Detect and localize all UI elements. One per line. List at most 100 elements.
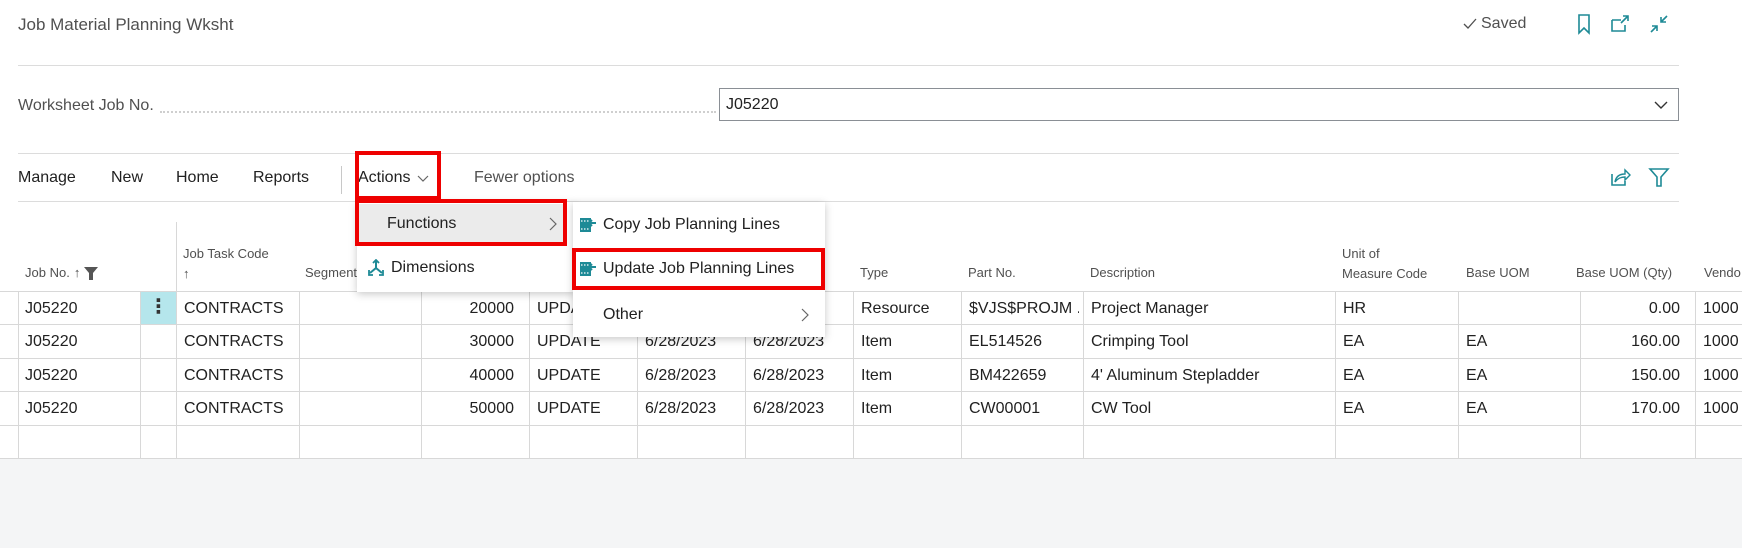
cell-part[interactable]: BM422659 — [969, 359, 1079, 392]
action-bar-top-divider — [18, 153, 1679, 154]
cell-d1[interactable]: 6/28/2023 — [645, 359, 740, 392]
cell-job-no[interactable]: J05220 — [25, 325, 135, 358]
cell-vendor[interactable]: 1000 — [1703, 292, 1742, 325]
cell-task[interactable]: CONTRACTS — [184, 359, 294, 392]
cell-job-no[interactable]: J05220 — [25, 392, 135, 425]
cell-line[interactable]: 20000 — [421, 292, 515, 325]
column-header-part-no[interactable]: Part No. — [968, 263, 1016, 283]
cell-segment[interactable] — [306, 292, 416, 325]
cell-task[interactable]: CONTRACTS — [184, 292, 294, 325]
column-header-base-uom[interactable]: Base UOM — [1466, 263, 1530, 283]
column-header-base-uom-qty[interactable]: Base UOM (Qty) — [1576, 263, 1672, 283]
grid-line — [0, 425, 1742, 426]
bookmark-icon[interactable] — [1573, 13, 1595, 35]
cell-task[interactable]: CONTRACTS — [184, 392, 294, 425]
grid-column-divider — [529, 291, 530, 458]
cell-type[interactable]: Item — [861, 359, 956, 392]
chevron-down-icon[interactable] — [1652, 96, 1670, 114]
filter-applied-icon — [84, 266, 99, 280]
action-separator — [341, 166, 342, 194]
cell-task[interactable]: CONTRACTS — [184, 325, 294, 358]
chevron-right-icon — [801, 308, 809, 322]
cell-base-uom[interactable]: EA — [1466, 359, 1576, 392]
fewer-options-button[interactable]: Fewer options — [474, 169, 575, 187]
page: Job Material Planning Wksht Saved Worksh… — [0, 0, 1742, 548]
cell-segment[interactable] — [306, 392, 416, 425]
cell-segment[interactable] — [306, 325, 416, 358]
action-home[interactable]: Home — [176, 169, 219, 187]
menu-item-other[interactable]: Other — [573, 296, 825, 334]
sort-ascending-icon: ↑ — [183, 266, 190, 281]
functions-label: Functions — [387, 215, 457, 232]
action-actions-menu-button[interactable]: Actions — [358, 169, 430, 187]
grid-column-divider — [1083, 291, 1084, 458]
column-header-job-no[interactable]: Job No. ↑ — [25, 263, 99, 283]
column-header-segment[interactable]: Segment — [305, 263, 357, 283]
menu-item-functions[interactable]: Functions — [357, 204, 564, 244]
page-title: Job Material Planning Wksht — [18, 15, 234, 34]
cell-job-no[interactable]: J05220 — [25, 359, 135, 392]
column-header-uom-code[interactable]: Unit of Measure Code — [1342, 244, 1427, 284]
cell-qty[interactable]: 170.00 — [1580, 392, 1680, 425]
cell-base-uom[interactable]: EA — [1466, 325, 1576, 358]
cell-desc[interactable]: CW Tool — [1091, 392, 1331, 425]
collapse-icon[interactable] — [1648, 13, 1670, 35]
cell-uom[interactable]: EA — [1343, 325, 1453, 358]
worksheet-job-no-input[interactable]: J05220 — [719, 88, 1679, 121]
cell-base-uom[interactable]: EA — [1466, 392, 1576, 425]
uom-header-line1: Unit of — [1342, 246, 1380, 261]
share-icon[interactable] — [1609, 166, 1631, 188]
column-header-vendor[interactable]: Vendo — [1704, 263, 1741, 283]
cell-part[interactable]: EL514526 — [969, 325, 1079, 358]
cell-job-no[interactable]: J05220 — [25, 292, 135, 325]
cell-desc[interactable]: Crimping Tool — [1091, 325, 1331, 358]
cell-uom[interactable]: EA — [1343, 359, 1453, 392]
cell-desc[interactable]: Project Manager — [1091, 292, 1331, 325]
cell-type[interactable]: Resource — [861, 292, 956, 325]
open-new-window-icon[interactable] — [1609, 13, 1631, 35]
dimensions-label: Dimensions — [391, 259, 475, 276]
cell-d2[interactable]: 6/28/2023 — [753, 359, 848, 392]
filter-icon[interactable] — [1648, 166, 1670, 188]
cell-code[interactable]: UPDATE — [537, 359, 627, 392]
cell-d2[interactable]: 6/28/2023 — [753, 392, 848, 425]
sort-ascending-icon: ↑ — [73, 265, 81, 280]
cell-segment[interactable] — [306, 359, 416, 392]
cell-qty[interactable]: 150.00 — [1580, 359, 1680, 392]
cell-d1[interactable]: 6/28/2023 — [645, 392, 740, 425]
cell-qty[interactable]: 160.00 — [1580, 325, 1680, 358]
checkmark-icon — [1463, 18, 1477, 29]
cell-vendor[interactable]: 1000 — [1703, 392, 1742, 425]
action-new[interactable]: New — [111, 169, 143, 187]
cell-line[interactable]: 30000 — [421, 325, 515, 358]
actions-dropdown-menu: Functions Dimensions — [357, 202, 575, 292]
menu-item-dimensions[interactable]: Dimensions — [357, 248, 575, 288]
cell-uom[interactable]: EA — [1343, 392, 1453, 425]
cell-qty[interactable]: 0.00 — [1580, 292, 1680, 325]
cell-line[interactable]: 40000 — [421, 359, 515, 392]
cell-base-uom[interactable] — [1466, 292, 1576, 325]
grid-column-divider — [18, 291, 19, 458]
column-header-job-task-code[interactable]: Job Task Code ↑ — [183, 244, 269, 284]
column-header-type[interactable]: Type — [860, 263, 888, 283]
cell-desc[interactable]: 4' Aluminum Stepladder — [1091, 359, 1331, 392]
cell-type[interactable]: Item — [861, 325, 956, 358]
cell-code[interactable]: UPDATE — [537, 392, 627, 425]
cell-line[interactable]: 50000 — [421, 392, 515, 425]
row-actions-button[interactable]: ⋮ — [141, 292, 176, 324]
cell-type[interactable]: Item — [861, 392, 956, 425]
cell-part[interactable]: $VJS$PROJM ... — [969, 292, 1079, 325]
menu-item-update-job-planning-lines[interactable]: Update Job Planning Lines — [573, 250, 825, 288]
job-no-header-label: Job No. — [25, 265, 70, 280]
grid-column-divider — [1458, 291, 1459, 458]
saved-status: Saved — [1462, 15, 1526, 33]
cell-uom[interactable]: HR — [1343, 292, 1453, 325]
cell-vendor[interactable]: 1000 — [1703, 359, 1742, 392]
cell-vendor[interactable]: 1000 — [1703, 325, 1742, 358]
grid-column-divider — [853, 291, 854, 458]
action-reports[interactable]: Reports — [253, 169, 309, 187]
action-manage[interactable]: Manage — [18, 169, 76, 187]
menu-item-copy-job-planning-lines[interactable]: Copy Job Planning Lines — [573, 206, 825, 244]
column-header-description[interactable]: Description — [1090, 263, 1155, 283]
cell-part[interactable]: CW00001 — [969, 392, 1079, 425]
